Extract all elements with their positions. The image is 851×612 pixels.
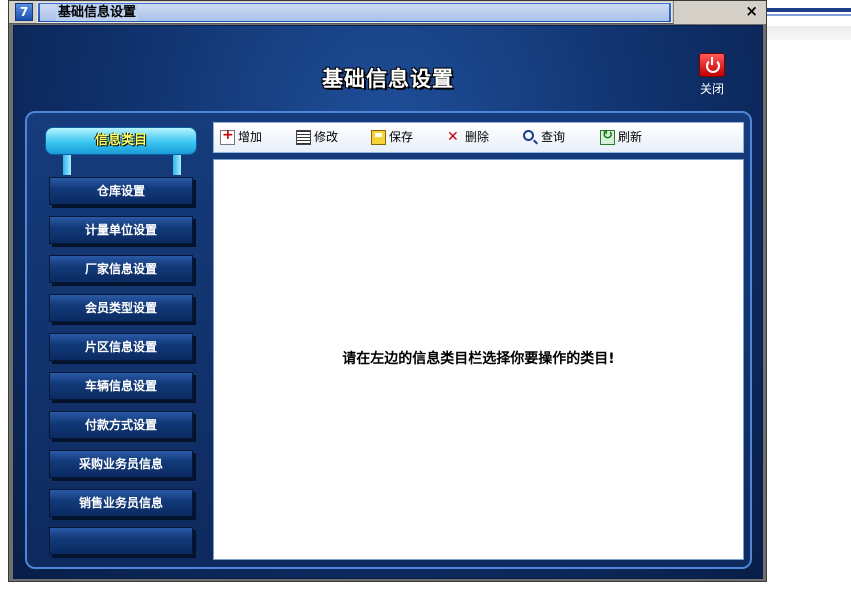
sidebar-item-region[interactable]: 片区信息设置 — [49, 333, 193, 361]
close-button-label: 关闭 — [699, 82, 724, 96]
sidebar-item-label: 付款方式设置 — [84, 418, 157, 432]
sidebar-item-sales-staff[interactable]: 销售业务员信息 — [49, 489, 193, 517]
close-icon[interactable]: × — [745, 2, 758, 20]
sidebar-item-label: 仓库设置 — [96, 184, 145, 198]
window-close-button[interactable]: × — [673, 1, 766, 24]
main-panel: 基础信息设置 关闭 信息类目 仓库设置 计量单位设置 厂家信息设置 会员类型设置 — [13, 25, 763, 579]
sidebar-item-label: 采购业务员信息 — [78, 457, 163, 471]
sidebar-item-empty[interactable] — [49, 527, 193, 555]
selection-hint: 请在左边的信息类目栏选择你要操作的类目! — [342, 351, 615, 367]
refresh-icon — [600, 128, 615, 145]
edit-button[interactable]: 修改 — [296, 129, 346, 147]
close-button[interactable]: 关闭 — [694, 53, 730, 99]
query-button[interactable]: 查询 — [523, 129, 573, 147]
sidebar-item-vehicle[interactable]: 车辆信息设置 — [49, 372, 193, 400]
edit-icon — [296, 130, 311, 145]
sidebar-item-label: 销售业务员信息 — [78, 496, 163, 510]
title-field: 基础信息设置 — [37, 2, 672, 23]
add-button[interactable]: 增加 — [220, 127, 270, 147]
sidebar-item-payment-method[interactable]: 付款方式设置 — [49, 411, 193, 439]
sidebar-item-label: 计量单位设置 — [84, 223, 157, 237]
sidebar-item-manufacturer[interactable]: 厂家信息设置 — [49, 255, 193, 283]
category-header: 信息类目 — [45, 127, 197, 155]
settings-window: 7 基础信息设置 × 基础信息设置 关闭 信息类目 仓库设置 计量单位设置 厂家… — [8, 0, 767, 582]
save-icon — [371, 130, 386, 145]
content-area: 请在左边的信息类目栏选择你要操作的类目! — [213, 159, 744, 560]
sidebar-item-member-type[interactable]: 会员类型设置 — [49, 294, 193, 322]
toolbar: 增加 修改 保存 ✕ 删除 查询 — [213, 122, 744, 153]
sidebar-item-warehouse[interactable]: 仓库设置 — [49, 177, 193, 205]
category-header-leg-right — [173, 155, 181, 175]
power-icon[interactable] — [699, 53, 725, 77]
refresh-button-label: 刷新 — [618, 130, 643, 144]
search-icon — [523, 130, 534, 141]
add-icon — [220, 127, 235, 145]
sidebar-item-label: 车辆信息设置 — [84, 379, 157, 393]
save-button[interactable]: 保存 — [371, 129, 421, 147]
category-header-leg-left — [63, 155, 71, 175]
sidebar-item-purchase-staff[interactable]: 采购业务员信息 — [49, 450, 193, 478]
window-title: 基础信息设置 — [56, 4, 139, 21]
app-icon: 7 — [15, 3, 33, 21]
delete-button-label: 删除 — [465, 130, 490, 144]
refresh-button[interactable]: 刷新 — [600, 128, 650, 147]
sidebar-item-label: 会员类型设置 — [84, 301, 157, 315]
title-bar[interactable]: 7 基础信息设置 × — [9, 1, 766, 24]
category-header-label: 信息类目 — [94, 133, 147, 148]
content-frame: 信息类目 仓库设置 计量单位设置 厂家信息设置 会员类型设置 片区信息设置 车辆… — [25, 111, 752, 569]
desktop-background — [766, 0, 851, 40]
sidebar-item-label: 片区信息设置 — [84, 340, 157, 354]
sidebar-item-label: 厂家信息设置 — [84, 262, 157, 276]
query-button-label: 查询 — [541, 130, 566, 144]
edit-button-label: 修改 — [314, 130, 339, 144]
sidebar-item-unit[interactable]: 计量单位设置 — [49, 216, 193, 244]
delete-icon: ✕ — [447, 129, 459, 145]
delete-button[interactable]: ✕ 删除 — [447, 129, 497, 147]
page-title: 基础信息设置 — [322, 67, 454, 91]
add-button-label: 增加 — [238, 130, 263, 144]
save-button-label: 保存 — [389, 130, 414, 144]
